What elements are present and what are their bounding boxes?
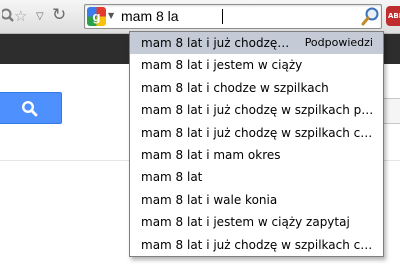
browser-toolbar: ☆ ▽ ↻ g ▼ ABP: [0, 0, 400, 34]
suggestion-item[interactable]: mam 8 lat i mam okres: [130, 144, 383, 166]
adblock-icon[interactable]: ABP: [386, 6, 400, 26]
engine-dropdown-icon[interactable]: ▼: [108, 11, 114, 20]
suggestions-dropdown: mam 8 lat i już chodzę w szpilkach Podpo…: [129, 31, 384, 257]
suggestion-item[interactable]: mam 8 lat i już chodzę w szpilkach pełn.…: [130, 99, 383, 121]
suggestion-item[interactable]: mam 8 lat i już chodzę w szpilkach cały.…: [130, 122, 383, 144]
reload-icon[interactable]: ↻: [52, 5, 66, 25]
suggestion-item[interactable]: mam 8 lat i już chodzę w szpilkach cho..…: [130, 234, 383, 256]
suggestion-item[interactable]: mam 8 lat i wale konia: [130, 189, 383, 211]
search-input[interactable]: [121, 6, 353, 26]
search-box[interactable]: g ▼: [84, 4, 382, 29]
star-icon[interactable]: ☆: [14, 6, 27, 26]
search-button[interactable]: [0, 92, 62, 124]
google-logo-icon[interactable]: g: [87, 7, 106, 26]
suggestions-hint: Podpowiedzi: [304, 36, 373, 49]
text-cursor: [222, 9, 223, 24]
suggestion-item[interactable]: mam 8 lat: [130, 166, 383, 188]
suggestion-item[interactable]: mam 8 lat i chodze w szpilkach: [130, 77, 383, 99]
magnifier-icon[interactable]: [361, 6, 381, 26]
suggestion-item[interactable]: mam 8 lat i jestem w ciąży: [130, 54, 383, 76]
search-icon: [21, 100, 38, 117]
history-dropdown-icon[interactable]: ▽: [36, 7, 44, 27]
suggestion-item[interactable]: mam 8 lat i już chodzę w szpilkach Podpo…: [130, 32, 383, 55]
suggestion-item[interactable]: mam 8 lat i jestem w ciąży zapytaj: [130, 211, 383, 233]
